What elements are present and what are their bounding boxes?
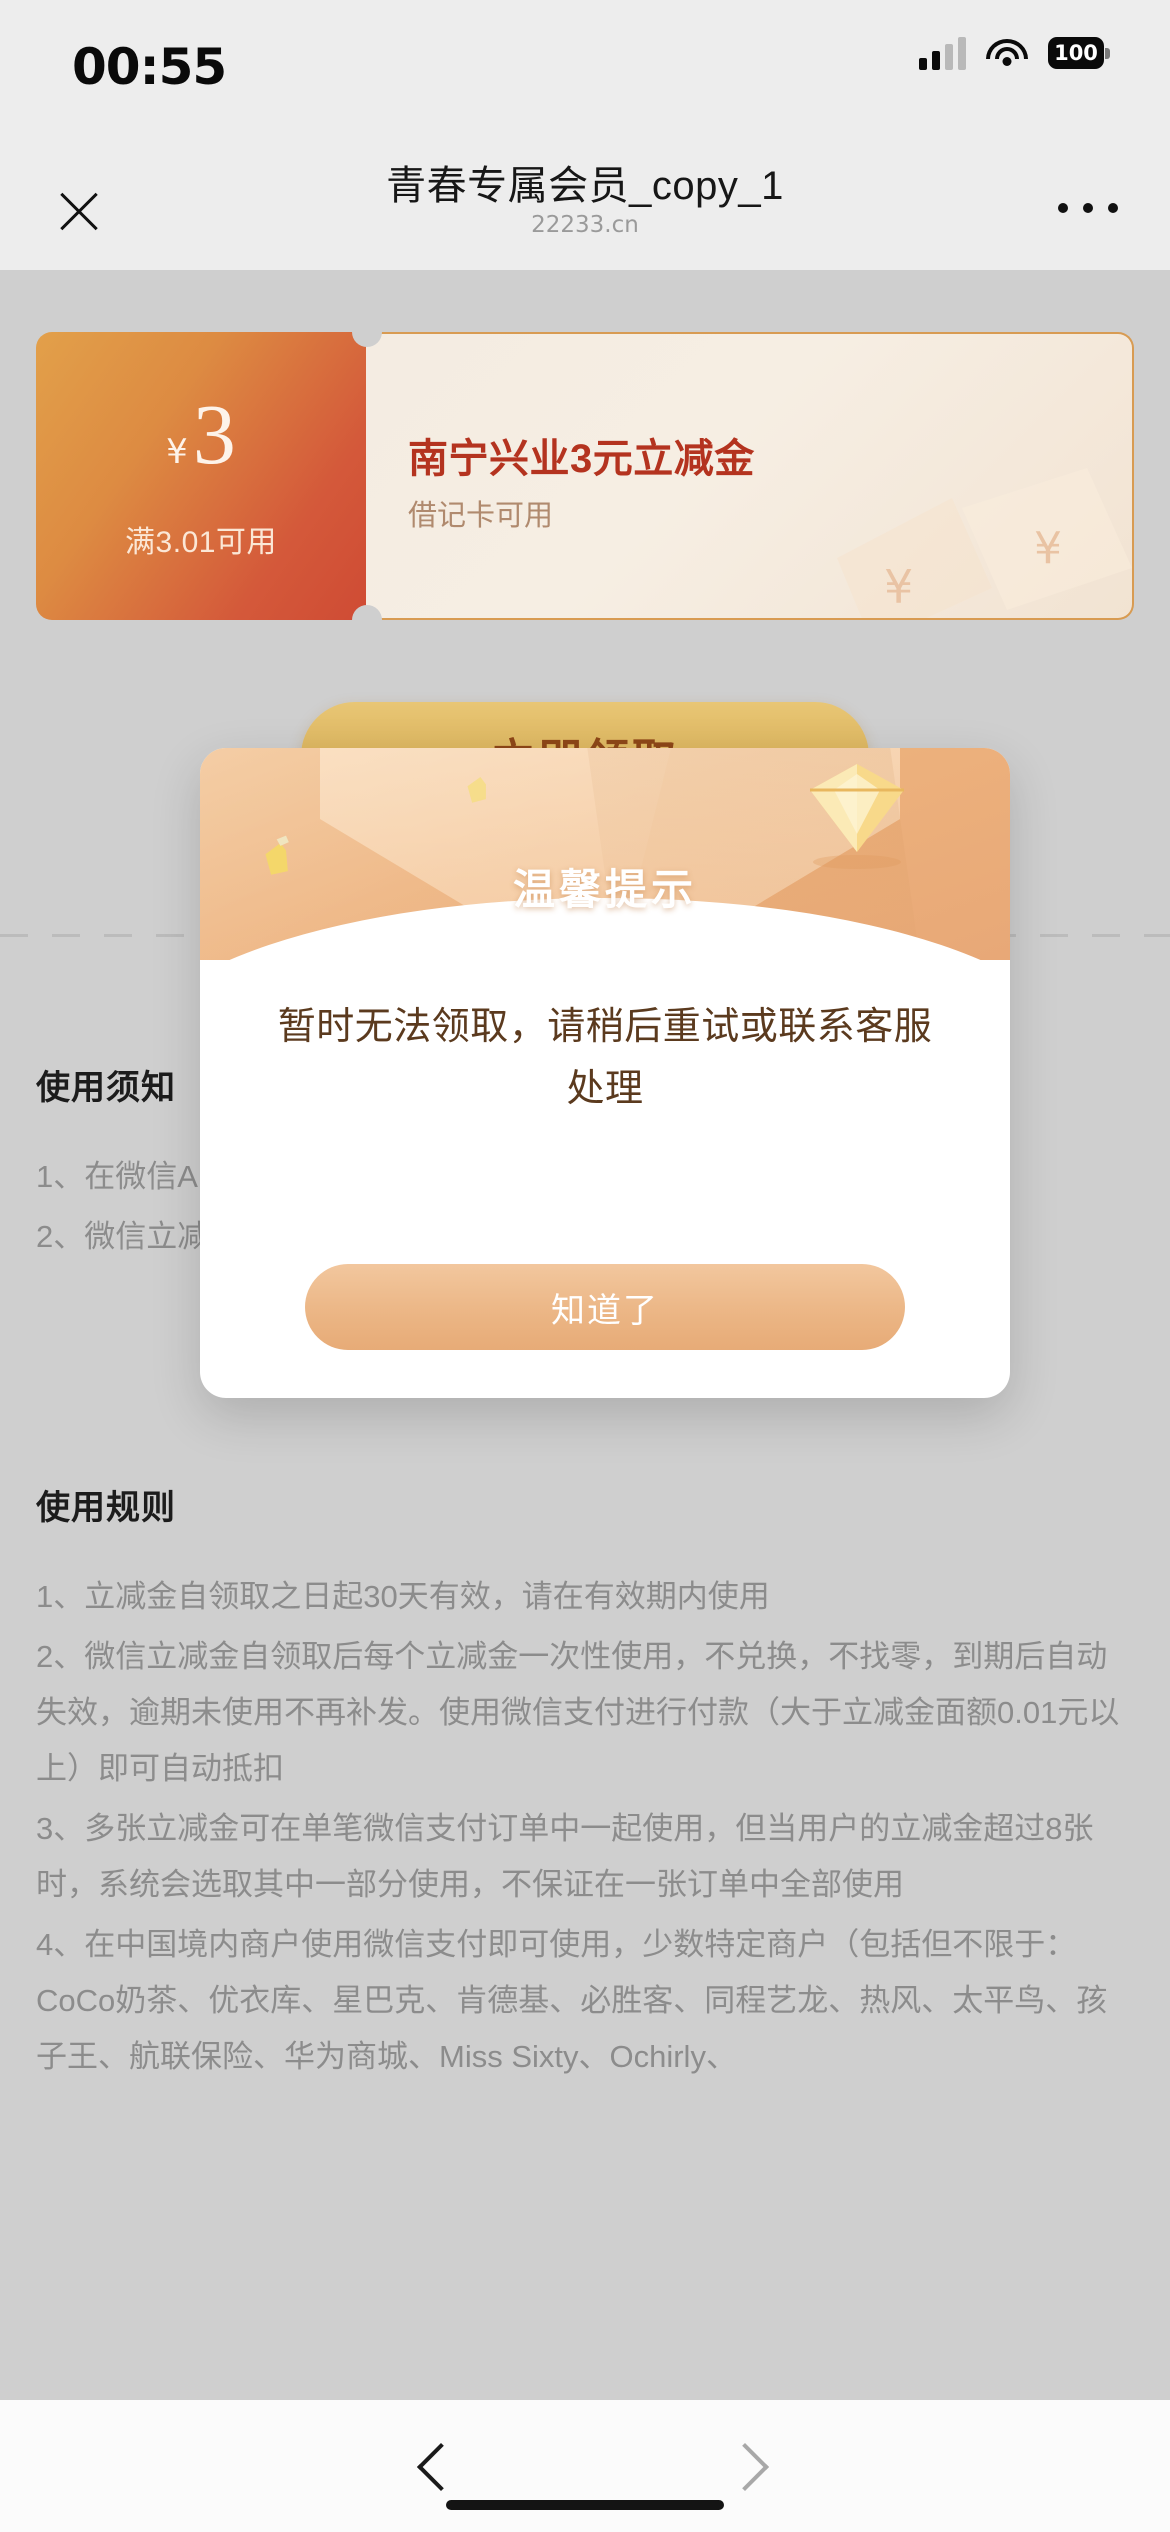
wifi-icon (986, 37, 1028, 69)
page-subtitle-domain: 22233.cn (531, 212, 639, 238)
usage-rules-section: 使用规则 1、立减金自领取之日起30天有效，请在有效期内使用 2、微信立减金自领… (36, 1480, 1134, 2089)
svg-text:¥: ¥ (1034, 523, 1062, 574)
rule-item: 1、立减金自领取之日起30天有效，请在有效期内使用 (36, 1579, 770, 1614)
status-bar: 00:55 100 (0, 0, 1170, 152)
more-options-icon[interactable] (1058, 186, 1118, 230)
tip-modal-dialog: 温馨提示 暂时无法领取，请稍后重试或联系客服处理 知道了 (200, 748, 1010, 1398)
back-chevron-icon[interactable] (404, 2434, 470, 2500)
coupon-card[interactable]: ¥3 满3.01可用 南宁兴业3元立减金 借记卡可用 ¥ ¥ (36, 317, 1134, 635)
navigation-bar: 青春专属会员_copy_1 22233.cn (0, 152, 1170, 270)
modal-confirm-button[interactable]: 知道了 (305, 1264, 905, 1350)
status-bar-indicators: 100 (919, 36, 1110, 70)
coupon-decoration-icon: ¥ ¥ (837, 468, 1132, 618)
modal-title: 温馨提示 (512, 866, 697, 913)
navigation-titles: 青春专属会员_copy_1 22233.cn (0, 160, 1170, 240)
coupon-info-panel: 南宁兴业3元立减金 借记卡可用 ¥ ¥ (366, 332, 1134, 620)
status-bar-time: 00:55 (72, 38, 227, 96)
battery-icon: 100 (1048, 37, 1110, 69)
rule-item: 4、在中国境内商户使用微信支付即可使用，少数特定商户（包括但不限于：CoCo奶茶… (36, 1927, 1108, 2074)
coupon-notch-top (352, 317, 382, 347)
battery-level-label: 100 (1054, 41, 1098, 65)
page-title: 青春专属会员_copy_1 (386, 164, 784, 208)
home-indicator (446, 2500, 724, 2510)
browser-bottom-bar (0, 2400, 1170, 2532)
coupon-amount: ¥3 (166, 391, 236, 495)
cellular-signal-icon (919, 36, 966, 70)
rule-item: 2、微信立减金自领取后每个立减金一次性使用，不兑换，不找零，到期后自动失效，逾期… (36, 1639, 1120, 1786)
coupon-amount-value: 3 (192, 386, 236, 482)
coupon-title: 南宁兴业3元立减金 (408, 437, 755, 481)
coupon-subtitle: 借记卡可用 (408, 500, 554, 532)
forward-chevron-icon[interactable] (708, 2434, 774, 2500)
coupon-amount-panel: ¥3 满3.01可用 (36, 332, 366, 620)
page-content: ¥3 满3.01可用 南宁兴业3元立减金 借记卡可用 ¥ ¥ 立即领取 使用须知… (0, 270, 1170, 2400)
usage-rules-heading: 使用规则 (36, 1489, 176, 1527)
currency-symbol: ¥ (166, 432, 188, 472)
gold-coin-icon (467, 777, 486, 803)
coupon-notch-bottom (352, 605, 382, 635)
rule-item: 3、多张立减金可在单笔微信支付订单中一起使用，但当用户的立减金超过8张时，系统会… (36, 1811, 1094, 1902)
coupon-condition: 满3.01可用 (125, 526, 277, 559)
modal-header-illustration: 温馨提示 (200, 748, 1010, 960)
svg-text:¥: ¥ (884, 560, 913, 614)
modal-message: 暂时无法领取，请稍后重试或联系客服处理 (277, 1006, 933, 1110)
usage-rules-body: 1、立减金自领取之日起30天有效，请在有效期内使用 2、微信立减金自领取后每个立… (36, 1569, 1134, 2085)
